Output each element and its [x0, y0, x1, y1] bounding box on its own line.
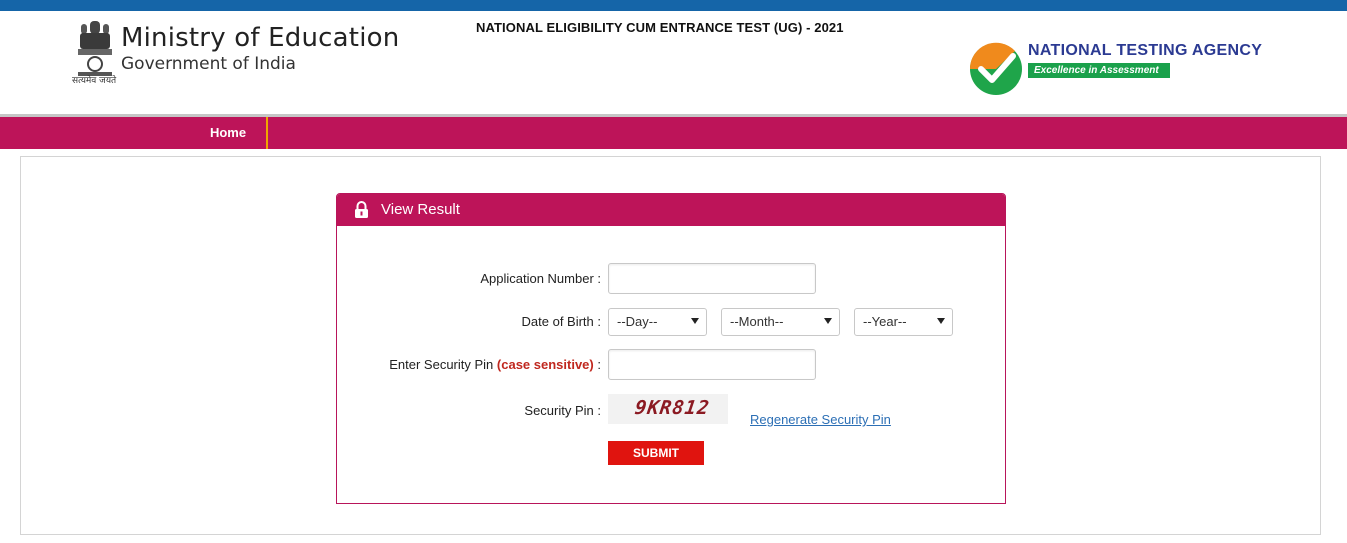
agency-name: NATIONAL TESTING AGENCY	[1028, 42, 1263, 59]
lock-icon	[355, 201, 368, 218]
application-number-label: Application Number :	[480, 271, 601, 286]
main-nav: Home	[0, 117, 1347, 149]
exam-title: NATIONAL ELIGIBILITY CUM ENTRANCE TEST (…	[476, 20, 844, 35]
date-of-birth-label: Date of Birth :	[521, 314, 601, 329]
captcha-text: 9KR812	[633, 397, 712, 419]
chevron-down-icon	[937, 318, 945, 324]
ministry-title: Ministry of Education	[121, 23, 400, 53]
nav-home-link[interactable]: Home	[190, 117, 266, 149]
case-sensitive-note: (case sensitive)	[496, 357, 594, 372]
nav-separator	[266, 117, 268, 149]
chevron-down-icon	[691, 318, 699, 324]
ministry-subtitle: Government of India	[121, 54, 296, 74]
submit-button[interactable]: SUBMIT	[608, 441, 704, 465]
top-color-bar	[0, 0, 1347, 11]
security-pin-label: Enter Security Pin (case sensitive) :	[389, 357, 601, 372]
dob-day-select[interactable]: --Day--	[608, 308, 707, 336]
regenerate-security-pin-link[interactable]: Regenerate Security Pin	[750, 412, 891, 427]
captcha-label: Security Pin :	[524, 403, 601, 418]
dob-month-value: --Month--	[730, 314, 784, 329]
dob-month-select[interactable]: --Month--	[721, 308, 840, 336]
dob-day-value: --Day--	[617, 314, 658, 329]
security-pin-label-colon: :	[597, 357, 601, 372]
emblem-caption: सत्यमेव जयते	[72, 76, 117, 86]
panel-header: View Result	[337, 194, 1005, 226]
nta-logo-icon	[969, 42, 1022, 95]
site-header: सत्यमेव जयते Ministry of Education Gover…	[0, 11, 1347, 115]
application-number-input[interactable]	[608, 263, 816, 294]
security-pin-input[interactable]	[608, 349, 816, 380]
captcha-image: 9KR812	[608, 394, 728, 424]
dob-year-select[interactable]: --Year--	[854, 308, 953, 336]
panel-title: View Result	[381, 201, 460, 218]
dob-year-value: --Year--	[863, 314, 907, 329]
agency-tagline: Excellence in Assessment	[1028, 63, 1170, 78]
security-pin-label-text: Enter Security Pin	[389, 357, 494, 372]
chevron-down-icon	[824, 318, 832, 324]
